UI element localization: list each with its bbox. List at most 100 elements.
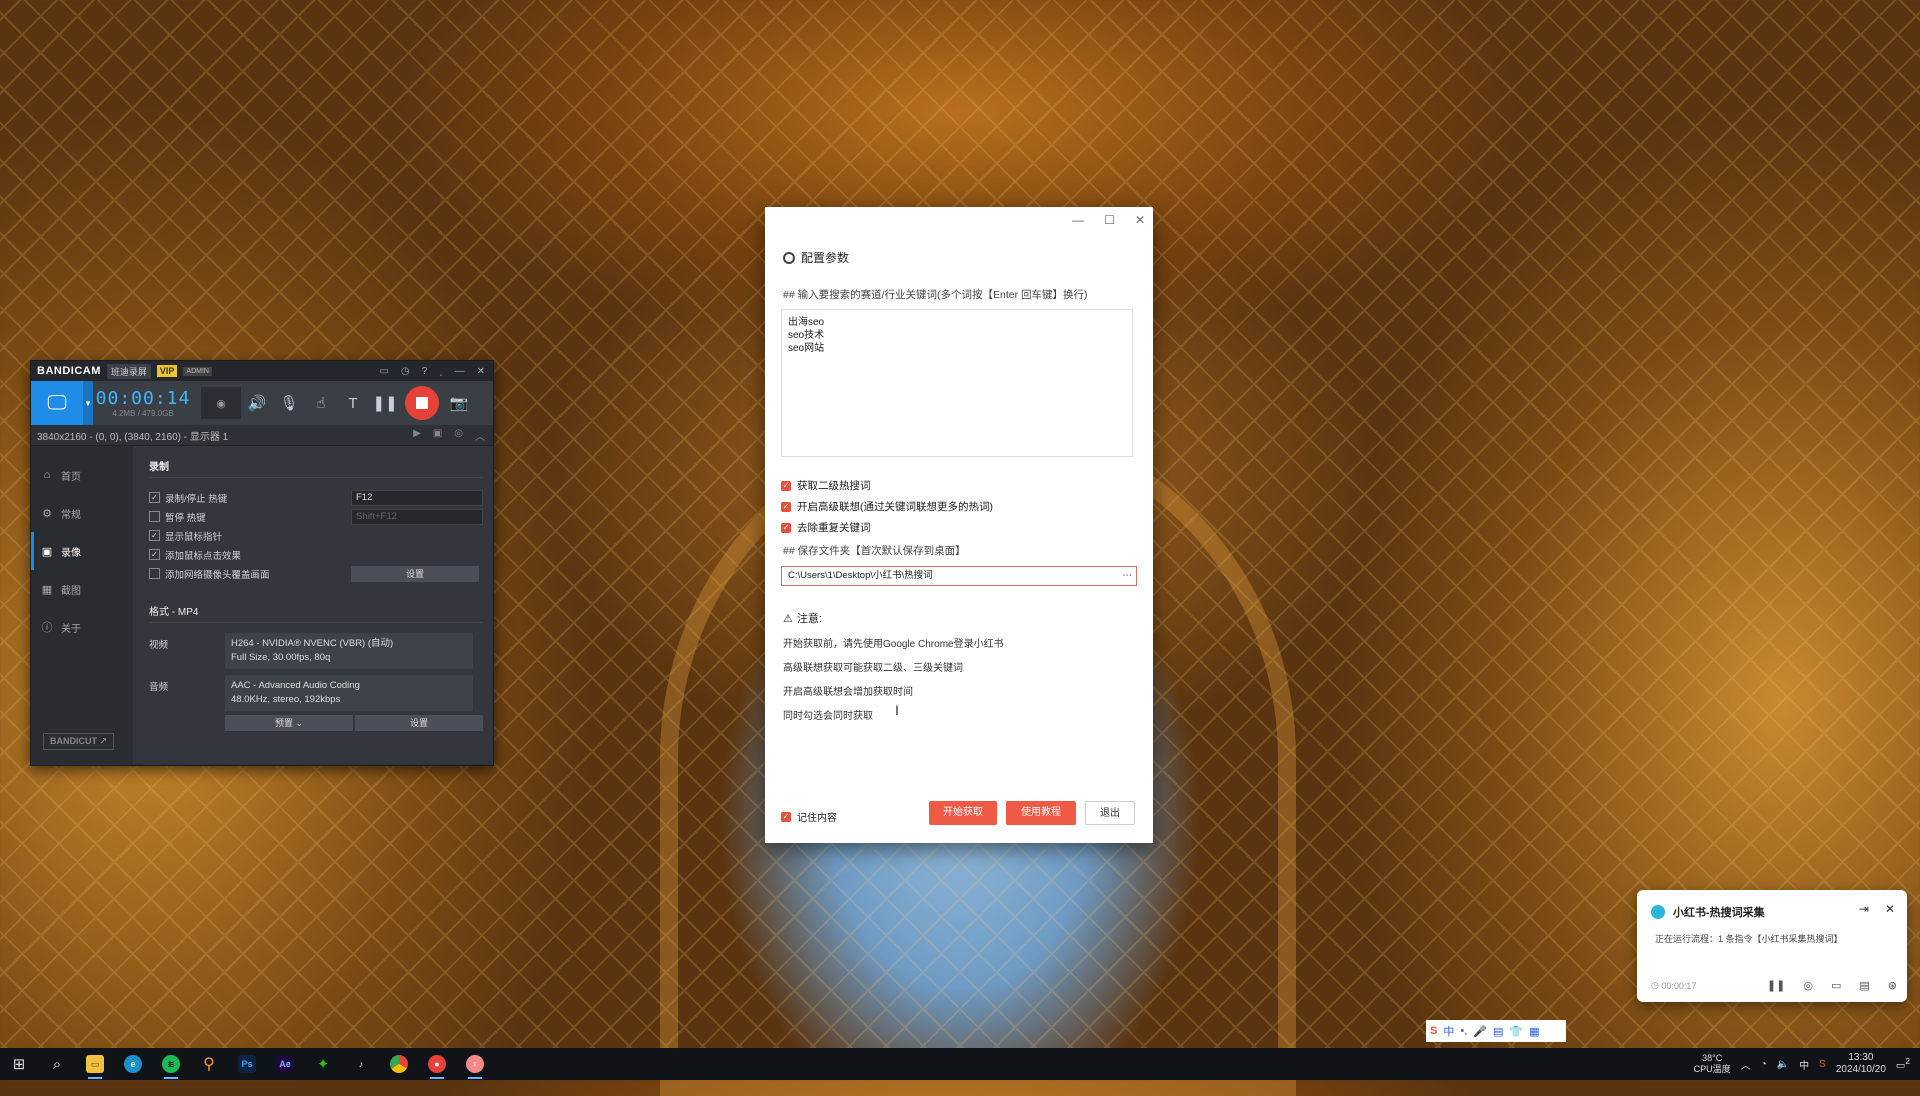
after-effects-icon[interactable]: Ae: [266, 1048, 304, 1080]
option-checkbox[interactable]: [149, 511, 160, 522]
close-button[interactable]: ✕: [477, 366, 485, 377]
pause-icon[interactable]: ❚❚: [1767, 979, 1785, 992]
clock[interactable]: 13:30 2024/10/20: [1836, 1052, 1886, 1076]
checkbox-icon: ✓: [781, 522, 791, 533]
network-icon[interactable]: ◔: [1761, 1059, 1767, 1070]
help-icon[interactable]: ?: [422, 366, 428, 377]
audio-format-box[interactable]: AAC - Advanced Audio Coding 48.0KHz, ste…: [225, 675, 473, 711]
video-icon[interactable]: ▶: [413, 428, 421, 443]
punctuation-icon[interactable]: •,: [1460, 1025, 1467, 1037]
folder-icon[interactable]: ▭: [380, 366, 389, 377]
option-row: 暂停 热键 Shift+F12: [149, 507, 483, 526]
text-icon[interactable]: T: [337, 395, 369, 412]
close-button[interactable]: ✕: [1135, 213, 1145, 227]
check-second-level[interactable]: ✓ 获取二级热搜词: [781, 478, 871, 493]
bandicam-icon[interactable]: ●: [418, 1048, 456, 1080]
option-row: ✓ 添加鼠标点击效果: [149, 545, 483, 564]
preset-button[interactable]: 预置 ⌄: [225, 715, 353, 731]
option-checkbox[interactable]: [149, 568, 160, 579]
format-settings-button[interactable]: 设置: [355, 715, 483, 731]
nav-general[interactable]: ⚙ 常规: [31, 494, 133, 532]
minimize-button[interactable]: —: [1072, 213, 1084, 227]
check-advanced[interactable]: ✓ 开启高级联想(通过关键词联想更多的热词): [781, 499, 993, 514]
tiktok-icon[interactable]: ♪: [342, 1048, 380, 1080]
record-size: 4.2MB / 479.0GB: [112, 409, 174, 418]
rpa-app-icon[interactable]: ♀: [456, 1048, 494, 1080]
nav-home[interactable]: ⌂ 首页: [31, 456, 133, 494]
skin-icon[interactable]: 👕: [1509, 1025, 1523, 1038]
check-dedupe[interactable]: ✓ 去除重复关键词: [781, 520, 871, 535]
task-notification: 小红书-热搜词采集 ⇥ ✕ 正在运行流程：1 条指令【小红书采集热搜词】 ◷ 0…: [1637, 890, 1907, 1002]
nav-about[interactable]: ⓘ 关于: [31, 608, 133, 646]
keyword-textarea[interactable]: 出海seo seo技术 seo网站: [781, 309, 1133, 457]
minimize-button[interactable]: —: [455, 366, 465, 377]
option-label: 录制/停止 热键: [165, 493, 228, 505]
option-checkbox[interactable]: ✓: [149, 530, 160, 541]
bandicam-window: BANDICAM 班迪录屏 VIP ADMIN ▭ ◷ ? ˯ — ✕ 🖵 ▼ …: [30, 360, 494, 766]
webcam-icon[interactable]: ◉: [201, 387, 241, 419]
nav-label: 截图: [61, 585, 81, 597]
pause-icon[interactable]: ❚❚: [369, 394, 401, 412]
pin-icon[interactable]: ⇥: [1859, 902, 1869, 916]
sogou-icon[interactable]: S: [1430, 1025, 1437, 1037]
maximize-button[interactable]: ☐: [1104, 213, 1115, 227]
start-button[interactable]: 开始获取: [929, 801, 997, 825]
camera-icon[interactable]: 📷: [443, 394, 475, 412]
windows-start-icon[interactable]: ⊞: [0, 1048, 38, 1080]
search-icon[interactable]: ⌕: [38, 1048, 76, 1080]
hotkey-field[interactable]: F12: [351, 489, 483, 506]
speaker-icon[interactable]: 🔊: [241, 394, 273, 412]
microphone-icon[interactable]: 🎤: [1473, 1025, 1487, 1038]
ime-indicator[interactable]: 中: [1799, 1057, 1809, 1072]
toolbox-icon[interactable]: ▦: [1529, 1025, 1539, 1038]
mouse-effect-icon[interactable]: ☝: [305, 394, 337, 412]
option-label: 添加网络摄像头覆盖画面: [165, 569, 270, 581]
keyword-label: ## 输入要搜索的赛道/行业关键词(多个词按【Enter 回车键】换行): [783, 289, 1088, 301]
save-path-field[interactable]: C:\Users\1\Desktop\小红书\热搜词 ⋯: [781, 566, 1137, 586]
wechat-icon[interactable]: ✦: [304, 1048, 342, 1080]
chrome-icon[interactable]: [380, 1048, 418, 1080]
browse-icon[interactable]: ⋯: [1123, 567, 1133, 585]
nav-video[interactable]: ▣ 录像: [31, 532, 133, 570]
file-explorer-icon[interactable]: ▭: [76, 1048, 114, 1080]
bandicut-button[interactable]: BANDICUT ↗: [43, 733, 115, 750]
dialog-title-text: 配置参数: [801, 251, 850, 265]
monitor-icon[interactable]: ▭: [1831, 979, 1841, 992]
nav-screenshot[interactable]: ▦ 截图: [31, 570, 133, 608]
note-line: 开始获取前，请先使用Google Chrome登录小红书: [783, 639, 1004, 650]
exit-button[interactable]: 退出: [1085, 801, 1135, 825]
spotify-icon[interactable]: ≋: [152, 1048, 190, 1080]
collapse-icon[interactable]: ︿: [475, 428, 485, 443]
capture-info-text: 3840x2160 - (0, 0), (3840, 2160) - 显示器 1: [37, 431, 229, 443]
notification-center-icon[interactable]: ▭2: [1896, 1056, 1910, 1071]
everything-search-icon[interactable]: ⚲: [190, 1048, 228, 1080]
volume-icon[interactable]: 🔈: [1777, 1059, 1789, 1070]
photoshop-icon[interactable]: Ps: [228, 1048, 266, 1080]
option-checkbox[interactable]: ✓: [149, 492, 160, 503]
ime-lang[interactable]: 中: [1443, 1023, 1454, 1039]
mode-dropdown-icon[interactable]: ▼: [83, 381, 93, 425]
edge-icon[interactable]: e: [114, 1048, 152, 1080]
screen-mode-icon[interactable]: 🖵: [31, 381, 83, 425]
video-format-box[interactable]: H264 - NVIDIA® NVENC (VBR) (自动) Full Siz…: [225, 633, 473, 669]
microphone-icon[interactable]: 🎙: [273, 394, 305, 412]
sogou-tray-icon[interactable]: S: [1819, 1059, 1826, 1070]
compact-icon[interactable]: ˯: [439, 366, 442, 377]
webcam-settings-button[interactable]: 设置: [351, 565, 479, 582]
log-icon[interactable]: ▤: [1859, 979, 1869, 992]
stop-icon[interactable]: ◎: [1803, 979, 1813, 992]
tutorial-button[interactable]: 使用教程: [1006, 801, 1076, 825]
bandicam-titlebar: BANDICAM 班迪录屏 VIP ADMIN ▭ ◷ ? ˯ — ✕: [31, 361, 493, 381]
clock-icon[interactable]: ◷: [401, 366, 410, 377]
option-checkbox[interactable]: ✓: [149, 549, 160, 560]
image-icon[interactable]: ▣: [433, 428, 442, 443]
audio-icon[interactable]: ◎: [454, 428, 463, 443]
close-icon[interactable]: ✕: [1885, 902, 1895, 916]
keyboard-icon[interactable]: ▤: [1493, 1025, 1503, 1038]
stop-record-button[interactable]: [405, 386, 439, 420]
screenshot-icon: ▦: [41, 583, 53, 596]
hotkey-field[interactable]: Shift+F12: [351, 508, 483, 525]
chevron-up-icon[interactable]: ︿: [1741, 1057, 1751, 1072]
settings-icon[interactable]: ⊛: [1888, 979, 1897, 992]
remember-checkbox[interactable]: ✓ 记住内容: [781, 809, 837, 824]
